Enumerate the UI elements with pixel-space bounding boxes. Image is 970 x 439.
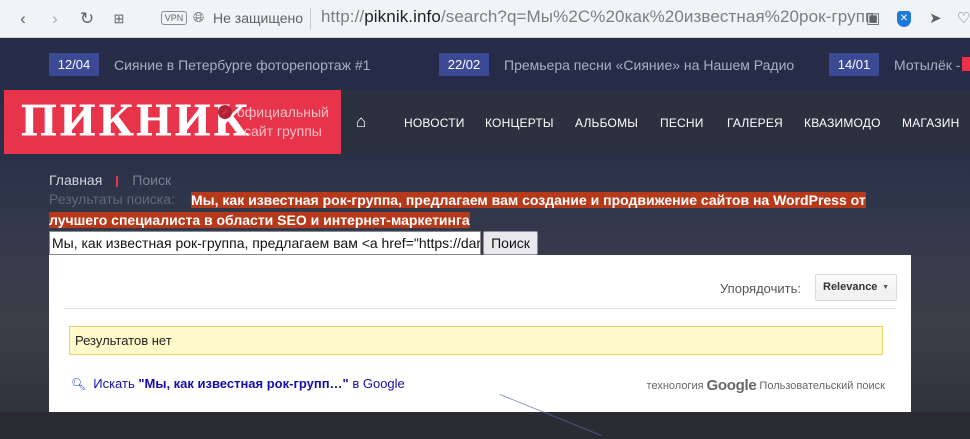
ticker-date: 14/01 bbox=[829, 53, 879, 76]
grid-icon[interactable]: ⊞ bbox=[108, 8, 130, 30]
nav-gallery[interactable]: ГАЛЕРЕЯ bbox=[727, 116, 783, 130]
forward-icon[interactable]: › bbox=[44, 8, 66, 30]
news-ticker: 12/04 Сияние в Петербурге фоторепортаж #1… bbox=[0, 39, 970, 89]
site-logo: ПИКНИК bbox=[20, 96, 250, 147]
vpn-badge[interactable]: VPN bbox=[161, 11, 187, 25]
ticker-scroll-marker bbox=[962, 57, 970, 71]
security-status[interactable]: Не защищено bbox=[213, 10, 303, 26]
ticker-text: Мотылёк - в bbox=[894, 56, 970, 73]
breadcrumb-separator bbox=[116, 175, 119, 187]
main-nav: ⌂ НОВОСТИ КОНЦЕРТЫ АЛЬБОМЫ ПЕСНИ ГАЛЕРЕЯ… bbox=[341, 90, 970, 154]
search-input[interactable]: Мы, как известная рок-группа, предлагаем… bbox=[49, 231, 481, 255]
send-icon[interactable]: ➤ bbox=[929, 9, 942, 27]
google-link-prefix: Искать bbox=[93, 376, 139, 391]
sort-value: Relevance bbox=[823, 281, 878, 293]
nav-albums[interactable]: АЛЬБОМЫ bbox=[575, 116, 638, 130]
query-line-1: Мы, как известная рок-группа, предлагаем… bbox=[191, 192, 866, 208]
ticker-text: Сияние в Петербурге фоторепортаж #1 bbox=[114, 56, 371, 73]
google-link-term: "Мы, как известная рок-групп…" bbox=[138, 376, 349, 391]
url-host: piknik.info bbox=[364, 7, 441, 26]
powered-prefix: технология bbox=[646, 380, 704, 392]
url-path: /search?q=Мы%2C%20как%20известная%20рок-… bbox=[440, 7, 875, 26]
divider bbox=[64, 308, 896, 309]
nav-quasimodo[interactable]: КВАЗИМОДО bbox=[804, 116, 881, 130]
heart-icon[interactable]: ♡ bbox=[957, 9, 970, 27]
breadcrumb-current: Поиск bbox=[132, 172, 172, 188]
page: 12/04 Сияние в Петербурге фоторепортаж #1… bbox=[0, 39, 970, 439]
query-line-2: лучшего специалиста в области SEO и инте… bbox=[49, 212, 470, 228]
tagline-line2: сайт группы bbox=[243, 123, 322, 139]
verified-icon: ✓ bbox=[218, 105, 232, 119]
google-search-link[interactable]: 🔍︎ Искать "Мы, как известная рок-групп…" … bbox=[71, 376, 405, 391]
toolbar-divider bbox=[310, 8, 311, 30]
results-heading: Результаты поиска: bbox=[49, 191, 175, 207]
bottom-strip bbox=[0, 412, 970, 439]
google-logo: Google bbox=[706, 377, 757, 394]
google-link-suffix: в Google bbox=[348, 376, 405, 391]
site-tagline: официальный сайт группы bbox=[237, 103, 329, 141]
powered-by: технология Google Пользовательский поиск bbox=[647, 377, 885, 394]
home-icon[interactable]: ⌂ bbox=[356, 112, 366, 132]
back-icon[interactable]: ‹ bbox=[12, 8, 34, 30]
chevron-down-icon: ▼ bbox=[882, 284, 889, 291]
reload-icon[interactable]: ↻ bbox=[76, 8, 98, 30]
browser-toolbar: ‹ › ↻ ⊞ VPN 🌐︎ Не защищено http://piknik… bbox=[0, 0, 970, 38]
camera-icon[interactable]: ▣ bbox=[866, 9, 880, 27]
site-logo-block[interactable]: ПИКНИК ✓ официальный сайт группы bbox=[4, 90, 341, 154]
globe-icon: 🌐︎ bbox=[193, 9, 205, 25]
sort-select[interactable]: Relevance ▼ bbox=[815, 274, 897, 301]
nav-songs[interactable]: ПЕСНИ bbox=[660, 116, 704, 130]
address-bar[interactable]: http://piknik.info/search?q=Мы%2C%20как%… bbox=[321, 7, 874, 27]
nav-concerts[interactable]: КОНЦЕРТЫ bbox=[485, 116, 554, 130]
ticker-date: 22/02 bbox=[439, 53, 489, 76]
ticker-item[interactable]: 14/01 Мотылёк - в bbox=[829, 53, 970, 76]
ticker-date: 12/04 bbox=[49, 53, 99, 76]
search-button[interactable]: Поиск bbox=[483, 231, 538, 255]
ticker-item[interactable]: 12/04 Сияние в Петербурге фоторепортаж #1 bbox=[49, 53, 370, 76]
shield-icon[interactable]: ✕ bbox=[897, 11, 911, 27]
powered-suffix: Пользовательский поиск bbox=[759, 380, 885, 392]
ticker-text: Премьера песни «Сияние» на Нашем Радио bbox=[504, 56, 795, 73]
nav-news[interactable]: НОВОСТИ bbox=[404, 116, 465, 130]
sort-label: Упорядочить: bbox=[720, 281, 801, 296]
ticker-item[interactable]: 22/02 Премьера песни «Сияние» на Нашем Ра… bbox=[439, 53, 794, 76]
breadcrumb: Главная Поиск bbox=[49, 172, 171, 188]
nav-shop[interactable]: МАГАЗИН bbox=[902, 116, 960, 130]
no-results-message: Результатов нет bbox=[69, 326, 883, 355]
results-panel: Упорядочить: Relevance ▼ Результатов нет … bbox=[49, 255, 911, 412]
tagline-line1: официальный bbox=[237, 104, 329, 120]
search-icon: 🔍︎ bbox=[71, 377, 87, 391]
breadcrumb-home[interactable]: Главная bbox=[49, 172, 102, 188]
url-prefix: http:// bbox=[321, 7, 365, 26]
